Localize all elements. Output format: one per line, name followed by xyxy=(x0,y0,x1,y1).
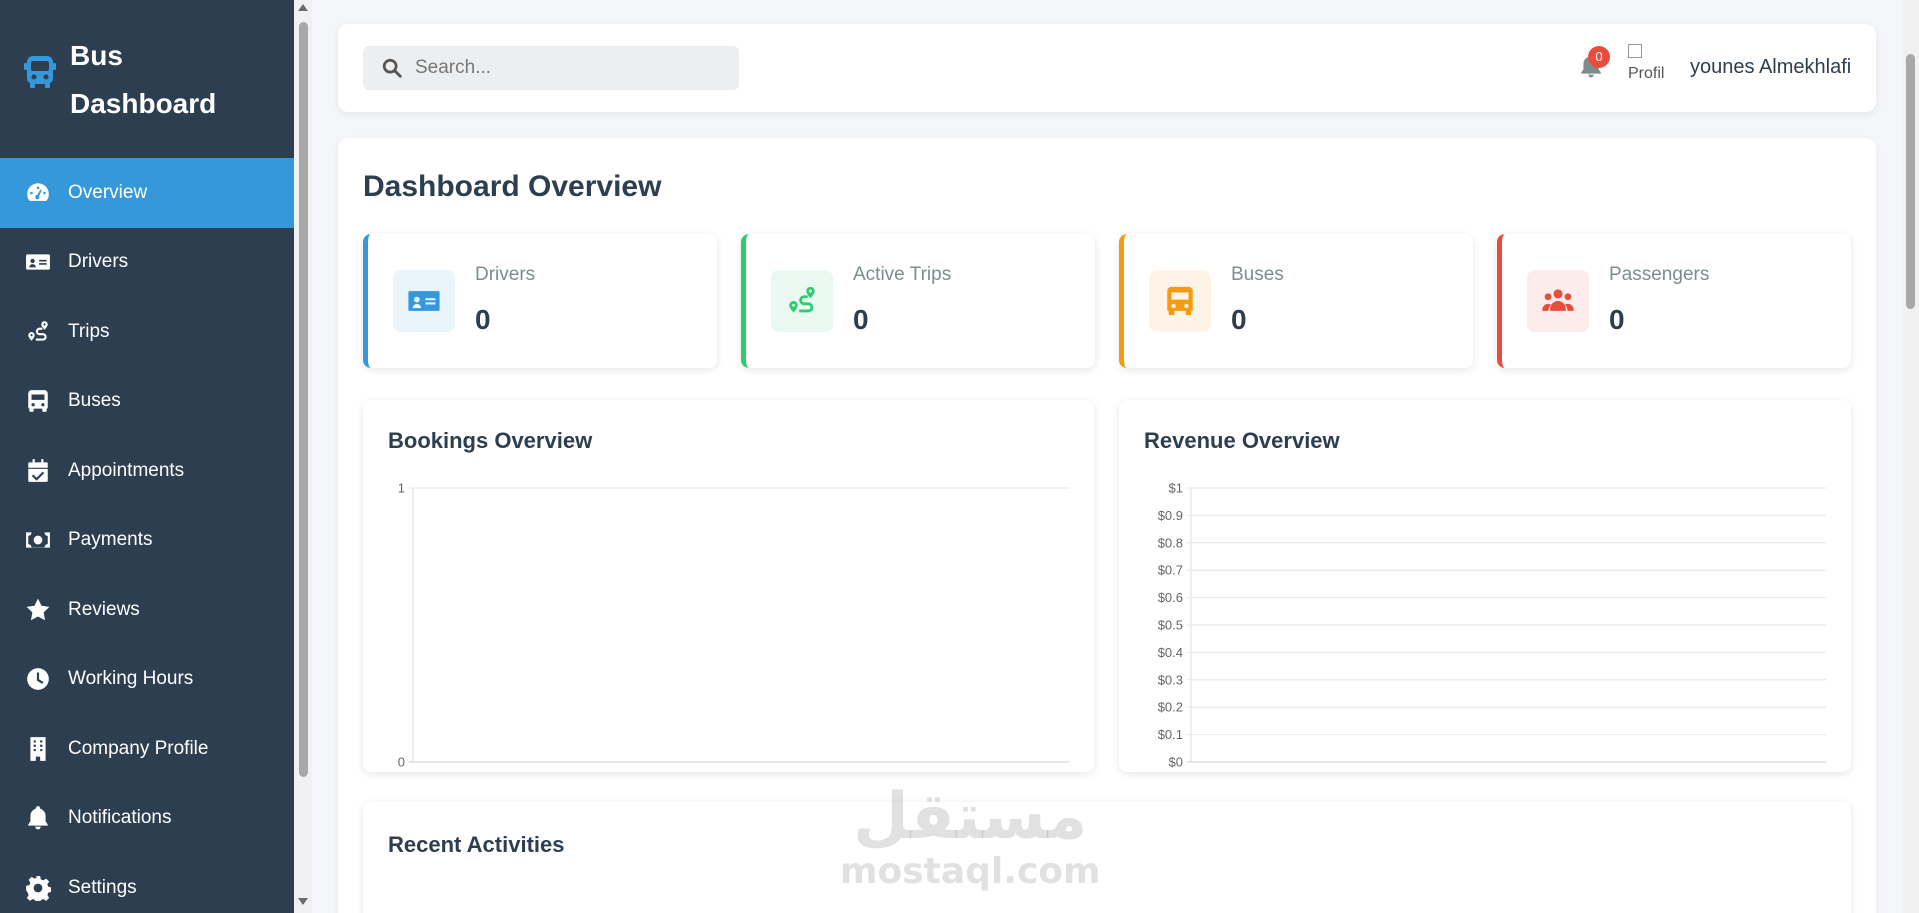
stat-value: 0 xyxy=(1609,304,1625,335)
sidebar-item-working-hours[interactable]: Working Hours xyxy=(0,645,294,715)
sidebar-item-overview[interactable]: Overview xyxy=(0,158,294,228)
y-tick-label: $0 xyxy=(1169,755,1183,770)
sidebar-scrollbar[interactable] xyxy=(294,0,312,913)
y-tick-label: 1 xyxy=(398,481,405,496)
gauge-icon xyxy=(24,181,52,205)
sidebar-item-label: Reviews xyxy=(68,598,140,620)
sidebar-item-company-profile[interactable]: Company Profile xyxy=(0,714,294,784)
sidebar-item-settings[interactable]: Settings xyxy=(0,853,294,913)
brand-title: Bus Dashboard xyxy=(70,32,216,128)
main-content: Dashboard Overview Drivers 0 Active Trip… xyxy=(338,138,1876,913)
stat-card-active-trips[interactable]: Active Trips 0 xyxy=(741,234,1095,368)
bookings-chart: 10 xyxy=(398,481,1069,770)
sidebar-item-buses[interactable]: Buses xyxy=(0,367,294,437)
stat-value: 0 xyxy=(475,304,491,335)
sidebar-item-trips[interactable]: Trips xyxy=(0,297,294,367)
y-tick-label: $0.7 xyxy=(1158,563,1183,578)
search-icon xyxy=(382,58,402,78)
scroll-up-arrow-icon[interactable] xyxy=(298,4,308,11)
revenue-chart-card: Revenue Overview $1 $0.9 $0.8 $0.7 $0.6 $0.5 $… xyxy=(1119,400,1851,772)
username[interactable]: younes Almekhlafi xyxy=(1690,56,1851,79)
stat-value: 0 xyxy=(853,304,869,335)
stat-value: 0 xyxy=(1231,304,1247,335)
bus-logo-icon xyxy=(24,56,56,88)
star-icon xyxy=(24,598,52,622)
calendar-check-icon xyxy=(24,458,52,483)
brand-line-1: Bus xyxy=(70,40,123,71)
clock-icon xyxy=(24,667,52,691)
sidebar-item-reviews[interactable]: Reviews xyxy=(0,575,294,645)
stat-card-drivers[interactable]: Drivers 0 xyxy=(363,234,717,368)
sidebar-item-label: Overview xyxy=(68,181,148,203)
page-scrollbar[interactable] xyxy=(1902,0,1919,913)
y-tick-label: 0 xyxy=(398,755,405,770)
revenue-chart: $1 $0.9 $0.8 $0.7 $0.6 $0.5 $0.4 $0.3 $0.2 $0.1 $0 xyxy=(1158,481,1826,770)
sidebar-item-label: Notifications xyxy=(68,807,172,829)
sidebar-item-payments[interactable]: Payments xyxy=(0,506,294,576)
sidebar-item-label: Settings xyxy=(68,876,137,898)
search-input[interactable] xyxy=(415,57,715,79)
bus-icon xyxy=(1149,270,1211,332)
stat-card-buses[interactable]: Buses 0 xyxy=(1119,234,1473,368)
sidebar-item-appointments[interactable]: Appointments xyxy=(0,436,294,506)
money-bill-icon xyxy=(24,528,52,552)
y-tick-label: $0.8 xyxy=(1158,535,1183,550)
sidebar-item-label: Buses xyxy=(68,390,121,412)
stat-label: Active Trips xyxy=(853,264,952,285)
recent-activities-title: Recent Activities xyxy=(388,832,565,857)
scroll-down-arrow-icon[interactable] xyxy=(298,898,308,905)
stat-label: Buses xyxy=(1231,264,1284,285)
gear-icon xyxy=(24,875,52,901)
avatar-alt-text: Profil xyxy=(1628,65,1665,82)
id-card-icon xyxy=(24,250,52,274)
id-card-icon xyxy=(393,270,455,332)
y-tick-label: $0.1 xyxy=(1158,727,1183,742)
route-icon xyxy=(24,320,52,344)
route-icon xyxy=(771,270,833,332)
sidebar-item-label: Appointments xyxy=(68,459,185,481)
notification-count-badge: 0 xyxy=(1588,46,1610,68)
sidebar-item-drivers[interactable]: Drivers xyxy=(0,228,294,298)
y-tick-label: $0.5 xyxy=(1158,618,1183,633)
sidebar-item-label: Working Hours xyxy=(68,668,194,690)
sidebar-item-label: Payments xyxy=(68,529,153,551)
sidebar-item-label: Drivers xyxy=(68,251,129,273)
page-title: Dashboard Overview xyxy=(363,170,662,203)
bus-icon xyxy=(24,389,52,413)
sidebar-item-label: Trips xyxy=(68,320,110,342)
y-tick-label: $0.9 xyxy=(1158,508,1183,523)
sidebar: Bus Dashboard Overview Drivers Trips Bus… xyxy=(0,0,294,913)
building-icon xyxy=(24,736,52,761)
bookings-chart-card: Bookings Overview 10 xyxy=(363,400,1094,772)
stat-label: Drivers xyxy=(475,264,536,285)
stat-label: Passengers xyxy=(1609,264,1710,285)
users-icon xyxy=(1527,270,1589,332)
y-tick-label: $0.6 xyxy=(1158,590,1183,605)
y-tick-label: $1 xyxy=(1169,481,1183,496)
sidebar-nav: Overview Drivers Trips Buses Appointment… xyxy=(0,158,294,913)
search-box[interactable] xyxy=(363,46,739,90)
avatar[interactable]: Profil xyxy=(1628,44,1674,92)
sidebar-scrollbar-thumb[interactable] xyxy=(299,22,308,777)
brand-line-2: Dashboard xyxy=(70,88,217,119)
top-bar: 0 Profil younes Almekhlafi xyxy=(338,24,1876,112)
broken-image-icon xyxy=(1628,44,1642,58)
sidebar-item-notifications[interactable]: Notifications xyxy=(0,784,294,854)
y-tick-label: $0.4 xyxy=(1158,645,1183,660)
y-tick-label: $0.3 xyxy=(1158,672,1183,687)
brand[interactable]: Bus Dashboard xyxy=(0,0,294,158)
stat-card-passengers[interactable]: Passengers 0 xyxy=(1497,234,1851,368)
y-tick-label: $0.2 xyxy=(1158,700,1183,715)
bell-icon xyxy=(24,806,52,830)
sidebar-item-label: Company Profile xyxy=(68,737,209,759)
page-scrollbar-thumb[interactable] xyxy=(1906,54,1915,309)
recent-activities-card: Recent Activities xyxy=(363,802,1851,913)
